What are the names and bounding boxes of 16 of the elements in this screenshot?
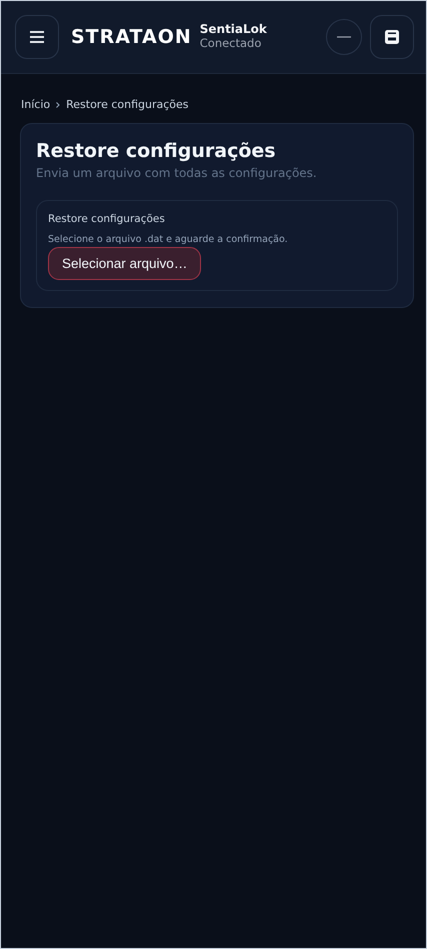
menu-button[interactable] [15, 15, 59, 59]
section-title: Restore configurações [48, 213, 165, 225]
save-icon [385, 30, 399, 44]
breadcrumb-item: Restore configurações [66, 98, 189, 111]
save-button[interactable] [370, 15, 414, 59]
menu-icon [29, 30, 45, 44]
select-file-button[interactable]: Selecionar arquivo… [48, 247, 202, 280]
section-hint: Selecione o arquivo .dat e aguarde a confirmação. [48, 234, 288, 245]
breadcrumb-item[interactable]: Início [21, 98, 50, 111]
card-subtitle: Envia um arquivo com todas as configurações. [36, 166, 318, 180]
minus-icon [337, 36, 351, 38]
connection-status: Conectado [200, 37, 262, 50]
card-title: Restore configurações [36, 140, 277, 162]
chevron-icon [56, 102, 60, 108]
brand-logo: STRATAON [71, 26, 192, 48]
device-name: SentiaLok [200, 23, 267, 38]
